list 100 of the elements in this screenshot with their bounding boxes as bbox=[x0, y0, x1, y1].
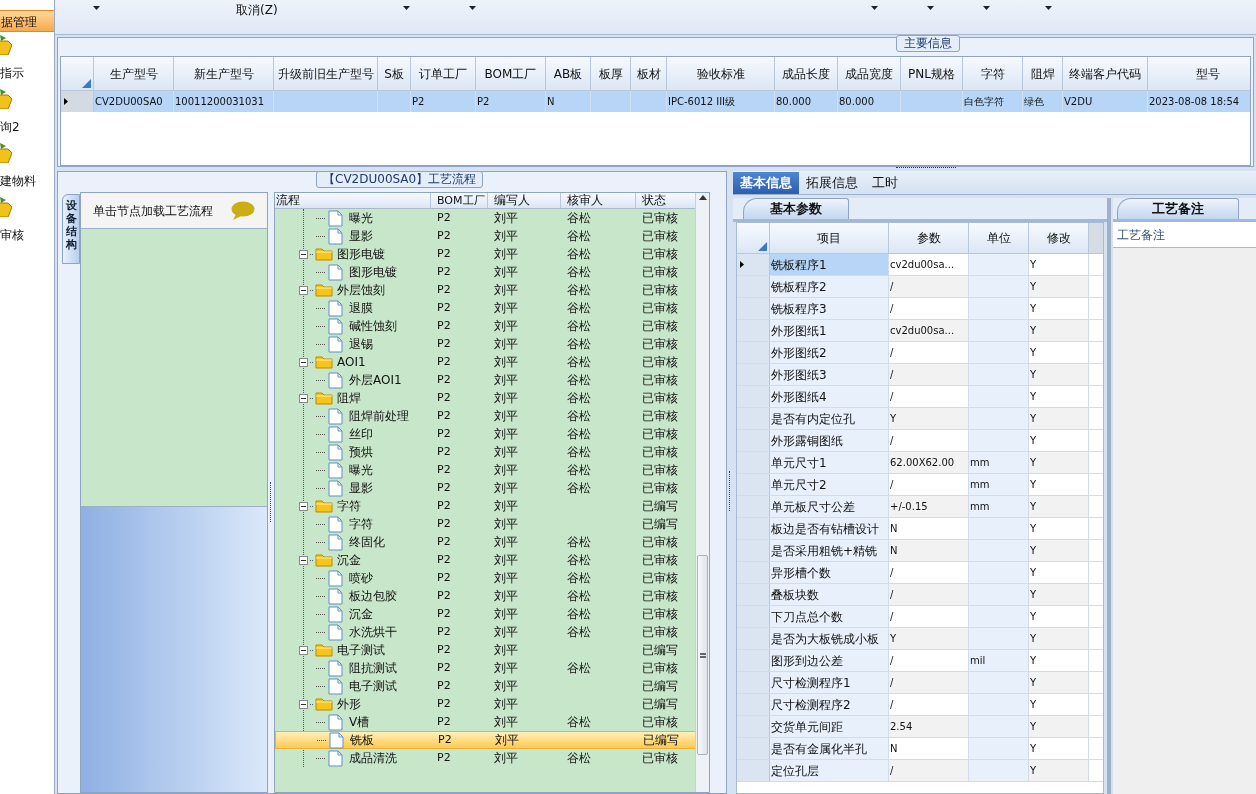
scroll-thumb[interactable] bbox=[697, 555, 708, 755]
tab[interactable]: 拓展信息 bbox=[799, 172, 865, 194]
tab[interactable]: 基本参数 bbox=[743, 198, 849, 219]
collapse-icon[interactable] bbox=[299, 699, 308, 709]
column-header[interactable]: 字符 bbox=[963, 57, 1023, 91]
tab[interactable]: 基本信息 bbox=[733, 172, 799, 194]
tree-row[interactable]: 阻焊 P2 刘平 谷松 已审核 bbox=[275, 389, 697, 407]
table-row[interactable]: 单元板尺寸公差 +/-0.15 mm Y bbox=[737, 496, 1103, 518]
table-row[interactable]: 外形图纸2 / Y bbox=[737, 342, 1103, 364]
tree-row[interactable]: 图形电镀 P2 刘平 谷松 已审核 bbox=[275, 263, 697, 281]
table-row[interactable]: 尺寸检测程序2 / Y bbox=[737, 694, 1103, 716]
table-row[interactable]: 外形图纸1 cv2du00sa... Y bbox=[737, 320, 1103, 342]
caret-icon[interactable] bbox=[1044, 6, 1052, 10]
column-header[interactable]: 升级前旧生产型号 bbox=[274, 57, 378, 91]
tree-row[interactable]: AOI1 P2 刘平 谷松 已审核 bbox=[275, 353, 697, 371]
tree-row[interactable]: 曝光 P2 刘平 谷松 已审核 bbox=[275, 209, 697, 227]
vertical-tab[interactable]: 设备结构 bbox=[62, 194, 80, 264]
folder-icon[interactable] bbox=[0, 197, 12, 217]
column-header[interactable]: 新生产型号 bbox=[174, 57, 274, 91]
tree-row[interactable]: 阻焊前处理 P2 刘平 谷松 已审核 bbox=[275, 407, 697, 425]
tree-row[interactable]: 图形电镀 P2 刘平 谷松 已审核 bbox=[275, 245, 697, 263]
table-row[interactable]: 外形图纸3 / Y bbox=[737, 364, 1103, 386]
table-row[interactable]: 铣板程序1 cv2du00sa... Y bbox=[737, 254, 1103, 276]
caret-icon[interactable] bbox=[93, 6, 100, 10]
scroll-up-icon[interactable] bbox=[698, 195, 707, 200]
tree-row[interactable]: 退膜 P2 刘平 谷松 已审核 bbox=[275, 299, 697, 317]
column-header[interactable]: 板厚 bbox=[591, 57, 631, 91]
tree-row[interactable]: 外层蚀刻 P2 刘平 谷松 已审核 bbox=[275, 281, 697, 299]
sidebar-item[interactable]: 据管理 bbox=[0, 10, 54, 32]
table-row[interactable]: 是否为大板铣成小板 Y Y bbox=[737, 628, 1103, 650]
tree-row[interactable]: 碱性蚀刻 P2 刘平 谷松 已审核 bbox=[275, 317, 697, 335]
column-header[interactable]: AB板 bbox=[546, 57, 591, 91]
tree-row[interactable]: 喷砂 P2 刘平 谷松 已审核 bbox=[275, 569, 697, 587]
tree-row[interactable]: 铣板 P2 刘平 已编写 bbox=[275, 731, 697, 749]
tree-row[interactable]: V槽 P2 刘平 谷松 已审核 bbox=[275, 713, 697, 731]
tree-row[interactable]: 显影 P2 刘平 谷松 已审核 bbox=[275, 479, 697, 497]
table-row[interactable]: 单元尺寸2 / mm Y bbox=[737, 474, 1103, 496]
tree-row[interactable]: 丝印 P2 刘平 谷松 已审核 bbox=[275, 425, 697, 443]
column-header[interactable]: 核审人 bbox=[561, 193, 636, 208]
folder-icon[interactable] bbox=[0, 35, 12, 55]
caret-icon[interactable] bbox=[870, 6, 878, 10]
tree-row[interactable]: 显影 P2 刘平 谷松 已审核 bbox=[275, 227, 697, 245]
corner-header[interactable] bbox=[61, 57, 94, 91]
column-header[interactable]: 验收标准 bbox=[667, 57, 775, 91]
caret-icon[interactable] bbox=[926, 6, 934, 10]
column-header[interactable]: BOM工厂 bbox=[476, 57, 546, 91]
table-row[interactable]: 下刀点总个数 / Y bbox=[737, 606, 1103, 628]
sidebar-item[interactable]: 指示 bbox=[0, 65, 54, 81]
column-header[interactable]: 终端客户代码 bbox=[1063, 57, 1148, 91]
tree-row[interactable]: 外层AOI1 P2 刘平 谷松 已审核 bbox=[275, 371, 697, 389]
column-header[interactable]: 成品宽度 bbox=[838, 57, 901, 91]
folder-icon[interactable] bbox=[0, 89, 12, 109]
tree-row[interactable]: 字符 P2 刘平 已编写 bbox=[275, 515, 697, 533]
tree-row[interactable]: 电子测试 P2 刘平 已编写 bbox=[275, 677, 697, 695]
collapse-icon[interactable] bbox=[299, 285, 308, 295]
table-row[interactable]: 板边是否有钻槽设计 N Y bbox=[737, 518, 1103, 540]
column-header[interactable]: 板材 bbox=[631, 57, 667, 91]
tree-row[interactable]: 预烘 P2 刘平 谷松 已审核 bbox=[275, 443, 697, 461]
scrollbar[interactable] bbox=[695, 193, 709, 792]
table-row[interactable]: 尺寸检测程序1 / Y bbox=[737, 672, 1103, 694]
table-row[interactable]: 交货单元间距 2.54 Y bbox=[737, 716, 1103, 738]
tab[interactable]: 工时 bbox=[865, 172, 905, 194]
table-row[interactable]: 铣板程序2 / Y bbox=[737, 276, 1103, 298]
tree-row[interactable]: 终固化 P2 刘平 谷松 已审核 bbox=[275, 533, 697, 551]
select-all-icon[interactable] bbox=[82, 79, 91, 88]
column-header[interactable]: 编写人 bbox=[488, 193, 561, 208]
column-header[interactable]: 阻焊 bbox=[1023, 57, 1063, 91]
tree-row[interactable]: 板边包胶 P2 刘平 谷松 已审核 bbox=[275, 587, 697, 605]
tree-row[interactable]: 电子测试 P2 刘平 已编写 bbox=[275, 641, 697, 659]
table-row[interactable]: 是否采用粗铣+精铣 N Y bbox=[737, 540, 1103, 562]
column-header[interactable]: BOM工厂 bbox=[431, 193, 488, 208]
column-header[interactable]: 流程 bbox=[275, 193, 431, 208]
column-header[interactable]: PNL规格 bbox=[901, 57, 963, 91]
tree-row[interactable]: 水洗烘干 P2 刘平 谷松 已审核 bbox=[275, 623, 697, 641]
folder-icon[interactable] bbox=[0, 143, 12, 163]
tree-row[interactable]: 沉金 P2 刘平 谷松 已审核 bbox=[275, 605, 697, 623]
collapse-icon[interactable] bbox=[299, 249, 308, 259]
column-header[interactable]: 成品长度 bbox=[775, 57, 838, 91]
select-all-icon[interactable] bbox=[758, 242, 767, 251]
collapse-icon[interactable] bbox=[299, 645, 308, 655]
table-row[interactable]: 铣板程序3 / Y bbox=[737, 298, 1103, 320]
tree-row[interactable]: 外形 P2 刘平 已编写 bbox=[275, 695, 697, 713]
table-row[interactable]: 异形槽个数 / Y bbox=[737, 562, 1103, 584]
caret-icon[interactable] bbox=[468, 6, 476, 10]
table-row[interactable]: 单元尺寸1 62.00X62.00 mm Y bbox=[737, 452, 1103, 474]
table-row[interactable]: 是否有金属化半孔 N Y bbox=[737, 738, 1103, 760]
column-header[interactable]: 订单工厂 bbox=[411, 57, 476, 91]
sidebar-item[interactable]: 询2 bbox=[0, 119, 54, 135]
collapse-icon[interactable] bbox=[299, 501, 308, 511]
cancel-button[interactable]: 取消(Z) bbox=[236, 2, 278, 18]
table-row[interactable]: 外形图纸4 / Y bbox=[737, 386, 1103, 408]
collapse-icon[interactable] bbox=[299, 555, 308, 565]
column-header[interactable]: 型号 bbox=[1148, 57, 1250, 91]
tree-row[interactable]: 退锡 P2 刘平 谷松 已审核 bbox=[275, 335, 697, 353]
tree-row[interactable]: 阻抗测试 P2 刘平 谷松 已审核 bbox=[275, 659, 697, 677]
tree-row[interactable]: 沉金 P2 刘平 谷松 已审核 bbox=[275, 551, 697, 569]
table-row[interactable]: 定位孔层 / Y bbox=[737, 760, 1103, 782]
tab[interactable]: 工艺备注 bbox=[1117, 198, 1239, 219]
column-header[interactable]: S板 bbox=[378, 57, 411, 91]
sidebar-item[interactable]: 审核 bbox=[0, 227, 54, 243]
